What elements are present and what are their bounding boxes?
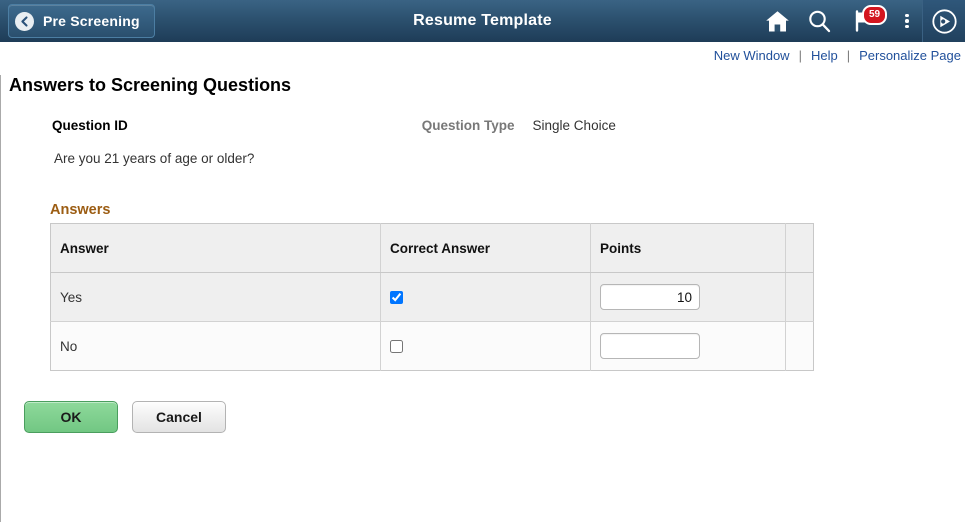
cell-points [590,321,786,371]
question-type-label: Question Type [421,118,515,133]
points-input[interactable] [600,284,700,310]
cell-spacer [785,272,814,322]
question-meta-row: Question ID Question Type Single Choice [4,118,965,133]
correct-answer-checkbox[interactable] [390,340,403,354]
header-icon-group: 59 [756,0,965,42]
personalize-page-link[interactable]: Personalize Page [859,48,961,63]
notification-badge: 59 [862,5,887,25]
cell-correct-answer [380,321,591,371]
link-separator: | [798,48,802,63]
kebab-dot [905,19,909,23]
question-id-label: Question ID [52,118,128,133]
cell-answer: Yes [50,272,381,322]
question-text: Are you 21 years of age or older? [54,151,255,166]
kebab-dot [905,13,909,18]
help-link[interactable]: Help [811,48,838,63]
cell-correct-answer [380,272,591,322]
cell-points [590,272,786,322]
column-header-answer: Answer [50,223,381,273]
more-options-icon[interactable] [892,0,922,42]
app-header: Pre Screening Resume Template 59 [0,0,965,42]
table-row: No [50,321,814,371]
column-header-correct-answer: Correct Answer [380,223,591,273]
cell-spacer [785,321,814,371]
column-header-spacer [785,223,814,273]
app-page: Pre Screening Resume Template 59 New Win… [0,0,965,522]
answers-table-head: Answer Correct Answer Points [50,223,814,273]
main-content: Answers to Screening Questions Question … [0,75,965,522]
page-title: Answers to Screening Questions [9,75,292,95]
cell-answer: No [50,321,381,371]
home-icon[interactable] [756,0,798,42]
correct-answer-checkbox[interactable] [390,291,403,305]
question-type-value: Single Choice [532,118,616,133]
ok-button[interactable]: OK [24,401,118,433]
table-header-row: Answer Correct Answer Points [50,223,814,273]
answers-table: Answer Correct Answer Points Yes 10 No [50,223,814,371]
cancel-button[interactable]: Cancel [132,401,226,433]
chevron-left-icon [15,11,34,31]
utility-link-bar: New Window | Help | Personalize Page [0,42,965,69]
kebab-dot [905,24,909,29]
new-window-link[interactable]: New Window [714,48,790,63]
back-button[interactable]: Pre Screening [8,4,155,38]
column-header-points: Points [590,223,786,273]
answers-grid-wrapper: Answer Correct Answer Points Yes 10 No [50,223,965,371]
back-button-label: Pre Screening [43,13,140,29]
notifications-flag-icon[interactable]: 59 [840,0,892,42]
search-icon[interactable] [798,0,840,42]
table-row: Yes [50,272,814,322]
link-separator: | [846,48,851,63]
answers-section-heading: Answers [50,202,111,218]
answers-table-body: Yes No [50,272,814,371]
points-input[interactable] [600,333,700,359]
action-button-row: OK Cancel [24,401,965,433]
navbar-compass-icon[interactable] [922,0,965,42]
